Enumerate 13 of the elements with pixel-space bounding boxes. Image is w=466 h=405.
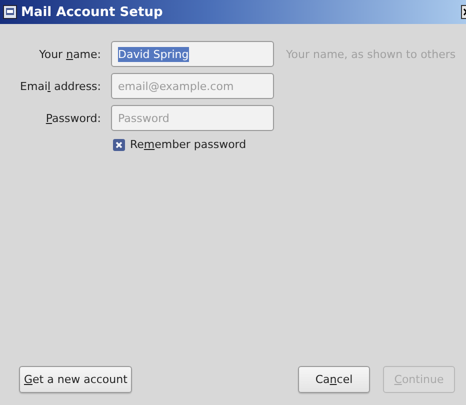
checkbox-label[interactable]: Remember password — [130, 138, 246, 151]
window-title: Mail Account Setup — [21, 4, 163, 20]
field-label: Your name: — [39, 48, 101, 60]
dialog-button[interactable]: Cancel — [298, 366, 370, 393]
app-icon — [3, 5, 17, 19]
field-label: Email address: — [20, 80, 101, 92]
checkbox[interactable] — [113, 138, 125, 150]
input-field[interactable]: Password — [111, 105, 274, 131]
field-label: Password: — [46, 112, 101, 124]
field-hint: Your name, as shown to others — [286, 48, 457, 60]
input-field[interactable]: email@example.com — [111, 73, 274, 99]
new-account-button[interactable]: Get a new account — [19, 366, 132, 393]
input-field[interactable]: David Spring — [111, 41, 274, 67]
